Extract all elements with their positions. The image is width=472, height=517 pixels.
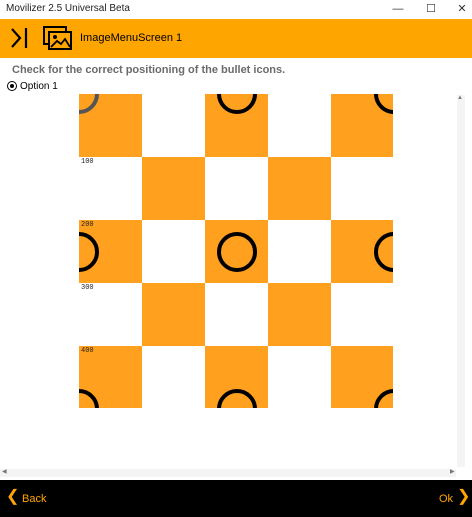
grid-cell-white — [142, 346, 205, 408]
collapse-menu-icon[interactable] — [8, 25, 30, 51]
vertical-scrollbar[interactable]: ▲ — [457, 95, 465, 467]
option-label: Option 1 — [20, 81, 58, 92]
grid-cell-white — [142, 94, 205, 157]
scroll-left-icon[interactable]: ◀ — [2, 468, 7, 475]
bullet-position-grid-image: 100 200 300 400 — [79, 94, 393, 408]
chevron-left-icon[interactable]: ❮ — [6, 489, 19, 505]
bullet-circle-icon — [216, 231, 257, 272]
instruction-text: Check for the correct positioning of the… — [12, 64, 286, 76]
screen-title: ImageMenuScreen 1 — [80, 32, 183, 44]
radio-selected-icon[interactable] — [7, 81, 17, 91]
horizontal-scrollbar[interactable]: ◀ ▶ — [0, 469, 456, 477]
chevron-right-icon[interactable]: ❯ — [457, 489, 470, 505]
grid-cell-white — [331, 283, 393, 346]
scroll-up-icon[interactable]: ▲ — [457, 95, 463, 101]
grid-cell-white — [205, 283, 268, 346]
ok-button[interactable]: Ok — [439, 493, 453, 505]
window-title-bar: Movilizer 2.5 Universal Beta — ☐ ✕ — [0, 0, 472, 18]
close-button[interactable]: ✕ — [444, 0, 472, 18]
grid-cell-orange — [142, 283, 205, 346]
grid-row-label: 300 — [81, 284, 94, 292]
grid-cell-white — [142, 220, 205, 283]
grid-cell-white — [79, 283, 142, 346]
grid-row-label: 200 — [81, 221, 94, 229]
image-menu-screen-icon — [43, 26, 72, 50]
grid-cell-white — [79, 157, 142, 220]
grid-cell-orange — [142, 157, 205, 220]
grid-cell-white — [205, 157, 268, 220]
window-title: Movilizer 2.5 Universal Beta — [6, 3, 130, 14]
grid-cell-white — [331, 157, 393, 220]
minimize-button[interactable]: — — [380, 0, 416, 18]
app-header-bar: ImageMenuScreen 1 — [0, 19, 472, 58]
grid-cell-white — [268, 220, 331, 283]
grid-cell-white — [268, 346, 331, 408]
grid-cell-orange — [268, 157, 331, 220]
grid-cell-orange — [268, 283, 331, 346]
grid-row-label: 100 — [81, 158, 94, 166]
grid-cell-white — [268, 94, 331, 157]
grid-row-label: 400 — [81, 347, 94, 355]
scroll-right-icon[interactable]: ▶ — [450, 468, 455, 475]
bottom-navigation-bar: ❮ Back Ok ❯ — [0, 480, 472, 517]
back-button[interactable]: Back — [22, 493, 46, 505]
